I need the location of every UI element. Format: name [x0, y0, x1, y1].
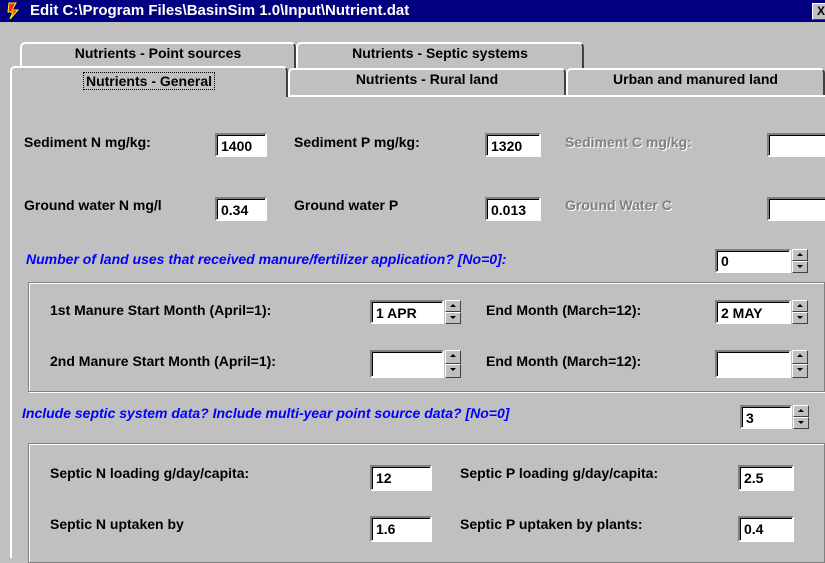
septic-p-uptake-input[interactable]: 0.4 [738, 516, 794, 542]
septic-p-loading-input[interactable]: 2.5 [738, 465, 794, 491]
spin-down-icon[interactable] [793, 417, 809, 429]
window-title: Edit C:\Program Files\BasinSim 1.0\Input… [30, 2, 410, 19]
tab-urban-manured-label: Urban and manured land [613, 71, 778, 87]
spin-up-icon[interactable] [792, 249, 808, 261]
end1-label: End Month (March=12): [486, 302, 642, 318]
manure-count-input[interactable]: 0 [715, 249, 791, 273]
tab-septic-systems[interactable]: Nutrients - Septic systems [296, 42, 584, 68]
spin-up-icon[interactable] [792, 300, 808, 312]
start2-label: 2nd Manure Start Month (April=1): [50, 353, 276, 369]
septic-p-loading-label: Septic P loading g/day/capita: [460, 465, 659, 481]
spin-up-icon[interactable] [445, 350, 461, 364]
sediment-c-input[interactable] [767, 133, 825, 157]
start2-select[interactable] [370, 350, 444, 378]
app-icon [7, 2, 20, 20]
tab-rural-land-label: Nutrients - Rural land [355, 71, 499, 87]
manure-question: Number of land uses that received manure… [26, 251, 507, 267]
sediment-p-label: Sediment P mg/kg: [294, 134, 420, 150]
gw-n-label: Ground water N mg/l [24, 197, 162, 213]
start2-spinner[interactable] [445, 350, 461, 378]
title-bar[interactable]: Edit C:\Program Files\BasinSim 1.0\Input… [0, 0, 825, 22]
gw-c-label: Ground Water C [565, 197, 672, 213]
spin-down-icon[interactable] [792, 312, 808, 324]
end2-select[interactable] [715, 350, 791, 378]
tab-general[interactable]: Nutrients - General [10, 66, 288, 97]
sediment-p-input[interactable]: 1320 [485, 133, 541, 157]
tab-panel: Sediment N mg/kg: 1400 Sediment P mg/kg:… [10, 95, 825, 563]
sediment-c-label: Sediment C mg/kg: [565, 134, 692, 150]
end1-spinner[interactable] [792, 300, 808, 324]
tab-point-sources[interactable]: Nutrients - Point sources [20, 42, 296, 68]
spin-up-icon[interactable] [793, 405, 809, 417]
tab-point-sources-label: Nutrients - Point sources [74, 45, 242, 61]
gw-p-label: Ground water P [294, 197, 399, 213]
spin-down-icon[interactable] [445, 364, 461, 378]
septic-n-loading-input[interactable]: 12 [370, 465, 432, 491]
gw-p-input[interactable]: 0.013 [485, 197, 541, 221]
septic-question: Include septic system data? Include mult… [22, 405, 510, 421]
tab-general-label: Nutrients - General [82, 72, 216, 90]
septic-count-spinner[interactable] [793, 405, 809, 429]
gw-c-input[interactable] [767, 197, 825, 221]
spin-down-icon[interactable] [445, 312, 461, 324]
septic-group [28, 443, 825, 563]
spin-up-icon[interactable] [445, 300, 461, 312]
start1-select[interactable]: 1 APR [370, 300, 444, 324]
spin-down-icon[interactable] [792, 364, 808, 378]
septic-n-loading-label: Septic N loading g/day/capita: [50, 465, 250, 481]
tab-septic-systems-label: Nutrients - Septic systems [352, 45, 528, 61]
tab-rural-land[interactable]: Nutrients - Rural land [288, 68, 566, 95]
start1-label: 1st Manure Start Month (April=1): [50, 302, 272, 318]
spin-down-icon[interactable] [792, 261, 808, 273]
close-button[interactable]: X [812, 3, 825, 20]
end2-spinner[interactable] [792, 350, 808, 378]
start1-spinner[interactable] [445, 300, 461, 324]
manure-count-spinner[interactable] [792, 249, 808, 273]
spin-up-icon[interactable] [792, 350, 808, 364]
septic-n-uptake-label: Septic N uptaken by [50, 516, 184, 532]
septic-n-uptake-input[interactable]: 1.6 [370, 516, 432, 542]
septic-p-uptake-label: Septic P uptaken by plants: [460, 516, 643, 532]
end2-label: End Month (March=12): [486, 353, 642, 369]
sediment-n-input[interactable]: 1400 [215, 133, 267, 157]
gw-n-input[interactable]: 0.34 [215, 197, 267, 221]
tab-urban-manured[interactable]: Urban and manured land [566, 68, 825, 95]
septic-count-input[interactable]: 3 [740, 405, 792, 429]
end1-select[interactable]: 2 MAY [715, 300, 791, 324]
sediment-n-label: Sediment N mg/kg: [24, 134, 151, 150]
